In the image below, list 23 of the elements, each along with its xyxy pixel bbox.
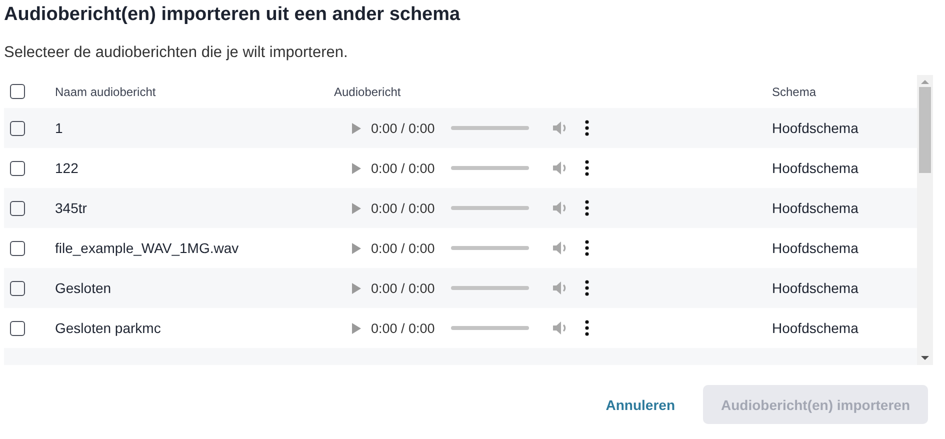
playback-time: 0:00 / 0:00 [371, 280, 436, 296]
message-name: file_example_WAV_1MG.wav [55, 240, 240, 256]
dialog-subtitle: Selecteer de audioberichten die je wilt importeren. [4, 43, 349, 63]
playback-time: 0:00 / 0:00 [371, 240, 436, 256]
schema-name: Hoofdschema [772, 200, 860, 216]
playback-time: 0:00 / 0:00 [371, 120, 436, 136]
playback-time: 0:00 / 0:00 [371, 200, 436, 216]
dialog-title: Audiobericht(en) importeren uit een ander schema [3, 3, 462, 26]
playback-time: 0:00 / 0:00 [371, 320, 436, 336]
schema-name: Hoofdschema [772, 240, 860, 256]
message-name: 122 [55, 160, 80, 176]
schema-name: Hoofdschema [772, 120, 860, 136]
column-header: Schema [772, 84, 818, 98]
schema-name: Hoofdschema [772, 280, 860, 296]
message-name: 345tr [55, 200, 88, 216]
column-header: Naam audiobericht [55, 84, 157, 98]
column-header: Audiobericht [334, 84, 402, 98]
playback-time: 0:00 / 0:00 [371, 160, 436, 176]
message-name: Gesloten parkmc [55, 320, 162, 336]
message-name: Gesloten [55, 280, 112, 296]
schema-name: Hoofdschema [772, 160, 860, 176]
message-name: 1 [55, 120, 64, 136]
schema-name: Hoofdschema [772, 320, 860, 336]
